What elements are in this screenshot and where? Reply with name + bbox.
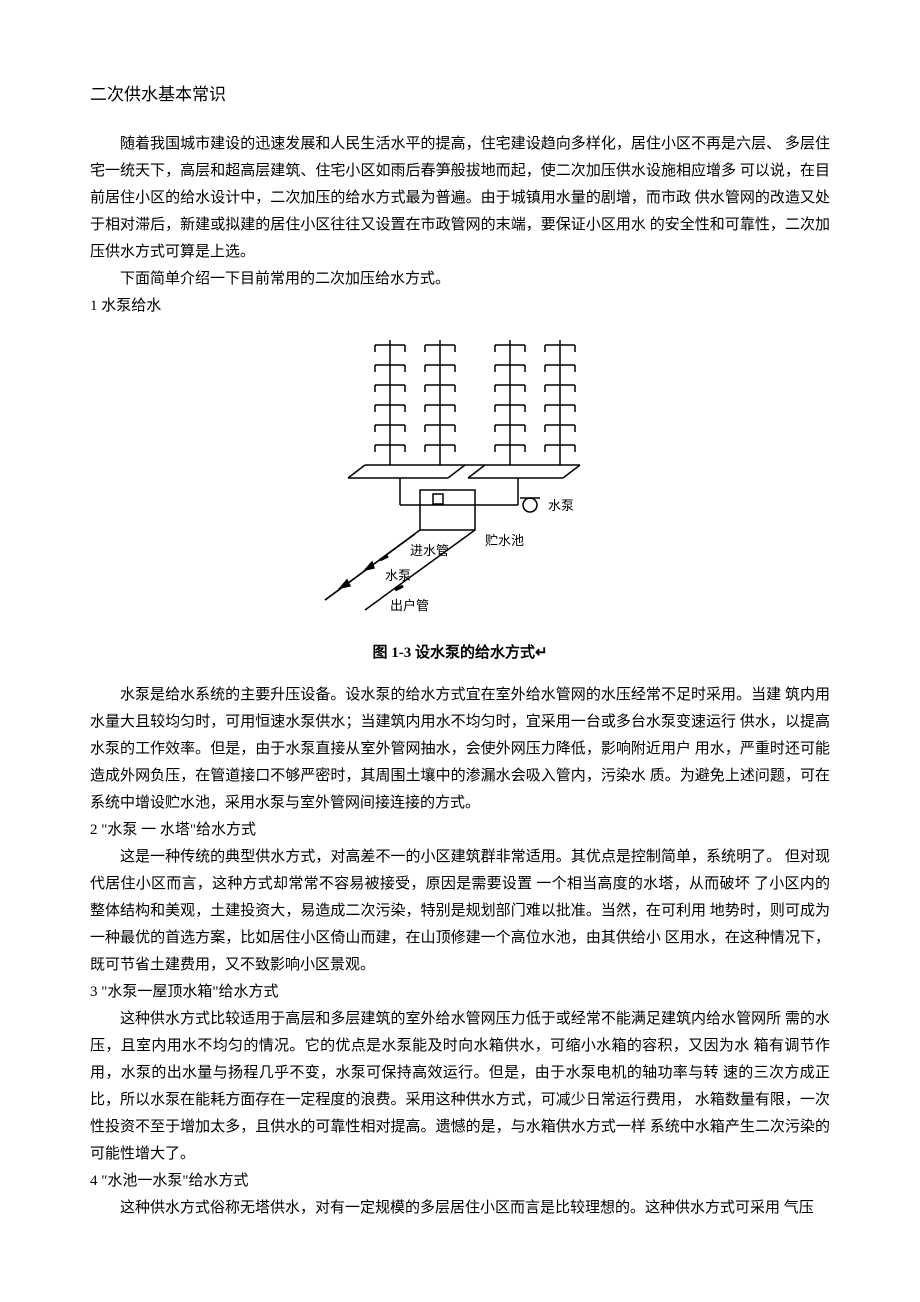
section-3-body: 这种供水方式比较适用于高层和多层建筑的室外给水管网压力低于或经常不能满足建筑内给…: [90, 1006, 830, 1168]
section-2-heading: 2 "水泵 一 水塔"给水方式: [90, 817, 830, 844]
section-2-body: 这是一种传统的典型供水方式，对高差不一的小区建筑群非常适用。其优点是控制简单，系…: [90, 844, 830, 979]
pump-symbol-label: 水泵: [548, 498, 574, 513]
section-1-heading: 1 水泵给水: [90, 293, 830, 320]
water-pump-diagram: 水泵 贮水池 进水管 水泵 出户管: [270, 330, 650, 620]
inlet-pipe-label: 进水管: [410, 543, 449, 558]
riser-2: [425, 340, 455, 465]
drain-pool-label: 贮水池: [485, 533, 524, 548]
water-pump-label: 水泵: [385, 568, 411, 583]
figure-1-3: 水泵 贮水池 进水管 水泵 出户管 图 1-3 设水泵的给水方式↵: [90, 330, 830, 667]
section-4-heading: 4 "水池一水泵"给水方式: [90, 1168, 830, 1195]
intro-paragraph-2: 下面简单介绍一下目前常用的二次加压给水方式。: [90, 266, 830, 293]
riser-4: [545, 340, 575, 465]
figure-caption: 图 1-3 设水泵的给水方式↵: [90, 640, 830, 667]
riser-3: [495, 340, 525, 465]
section-3-heading: 3 "水泵一屋顶水箱"给水方式: [90, 979, 830, 1006]
outlet-pipe-label: 出户管: [390, 598, 429, 613]
page-title: 二次供水基本常识: [90, 80, 830, 111]
section-4-body: 这种供水方式俗称无塔供水，对有一定规模的多层居住小区而言是比较理想的。这种供水方…: [90, 1195, 830, 1222]
intro-paragraph-1: 随着我国城市建设的迅速发展和人民生活水平的提高，住宅建设趋向多样化，居住小区不再…: [90, 131, 830, 266]
riser-1: [375, 340, 405, 465]
section-1-body: 水泵是给水系统的主要升压设备。设水泵的给水方式宜在室外给水管网的水压经常不足时采…: [90, 682, 830, 817]
